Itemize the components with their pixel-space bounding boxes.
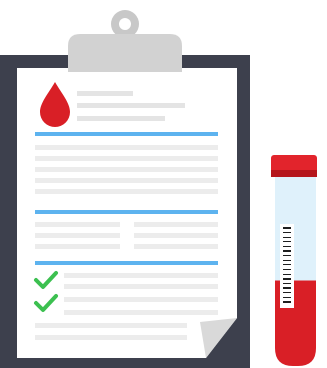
barcode-bar bbox=[283, 246, 291, 247]
barcode-bar bbox=[283, 297, 291, 298]
barcode-bar bbox=[283, 227, 291, 229]
test-tube bbox=[271, 155, 317, 366]
barcode-bar bbox=[283, 250, 291, 252]
barcode-bar bbox=[283, 301, 291, 303]
barcode-bar bbox=[283, 241, 291, 242]
barcode-bar bbox=[283, 269, 291, 270]
barcode-bar bbox=[283, 232, 291, 233]
barcode-bar bbox=[283, 292, 291, 293]
barcode-bar bbox=[283, 283, 291, 284]
barcode-icon bbox=[280, 224, 294, 308]
section-divider bbox=[35, 261, 218, 265]
barcode-bar bbox=[283, 260, 291, 261]
section-divider bbox=[35, 210, 218, 214]
barcode-bar bbox=[283, 237, 291, 238]
barcode-bar bbox=[283, 287, 291, 289]
clipboard-clip bbox=[68, 10, 182, 72]
section-divider bbox=[35, 132, 218, 136]
barcode-bar bbox=[283, 274, 291, 275]
clip-base bbox=[68, 34, 182, 72]
blood-test-illustration bbox=[0, 10, 317, 368]
barcode-bar bbox=[283, 255, 291, 256]
barcode-bar bbox=[283, 264, 291, 265]
barcode-bar bbox=[283, 278, 291, 280]
